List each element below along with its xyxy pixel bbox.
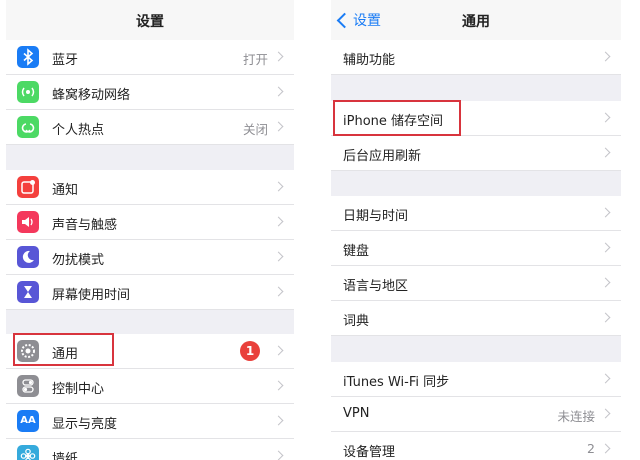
- sidebar-item-label: 通知: [52, 183, 79, 198]
- settings-item-sounds[interactable]: 声音与触感: [6, 205, 294, 240]
- bluetooth-status: 打开: [242, 52, 268, 67]
- list-item-label: 辅助功能: [343, 53, 396, 68]
- chevron-right-icon: [273, 251, 284, 262]
- page-title: 通用: [462, 14, 490, 30]
- display-brightness-icon: AA: [17, 410, 39, 432]
- sidebar-item-label: 通用: [52, 347, 79, 362]
- list-item-label: 日期与时间: [343, 209, 409, 224]
- sidebar-item-label: 声音与触感: [52, 218, 118, 233]
- chevron-right-icon: [273, 121, 284, 132]
- general-item-keyboard[interactable]: 键盘: [331, 231, 621, 266]
- screen-time-icon: [17, 281, 39, 303]
- chevron-right-icon: [273, 345, 284, 356]
- chevron-right-icon: [273, 181, 284, 192]
- general-item-iphone-storage[interactable]: iPhone 储存空间: [331, 101, 621, 136]
- chevron-right-icon: [600, 51, 611, 62]
- general-item-accessibility[interactable]: 辅助功能: [331, 40, 621, 75]
- chevron-right-icon: [600, 373, 611, 384]
- chevron-right-icon: [273, 450, 284, 460]
- settings-item-hotspot[interactable]: 个人热点 关闭: [6, 110, 294, 145]
- settings-item-screen-time[interactable]: 屏幕使用时间: [6, 275, 294, 310]
- settings-item-cellular[interactable]: 蜂窝移动网络: [6, 75, 294, 110]
- chevron-right-icon: [600, 443, 611, 454]
- sidebar-item-label: 个人热点: [52, 123, 105, 138]
- chevron-right-icon: [273, 86, 284, 97]
- settings-item-display[interactable]: AA 显示与亮度: [6, 404, 294, 439]
- chevron-right-icon: [600, 147, 611, 158]
- settings-navbar: 设置: [6, 0, 294, 41]
- settings-item-wallpaper[interactable]: 墙纸: [6, 439, 294, 460]
- chevron-right-icon: [273, 380, 284, 391]
- sidebar-item-label: 显示与亮度: [52, 417, 118, 432]
- list-item-label: 语言与地区: [343, 279, 409, 294]
- list-item-label: iTunes Wi-Fi 同步: [343, 375, 450, 390]
- sidebar-item-label: 屏幕使用时间: [52, 288, 131, 303]
- sidebar-item-label: 控制中心: [52, 382, 105, 397]
- list-item-label: 键盘: [343, 244, 370, 259]
- general-item-dictionary[interactable]: 词典: [331, 301, 621, 336]
- chevron-right-icon: [600, 207, 611, 218]
- vpn-status: 未连接: [557, 409, 595, 424]
- general-item-device-management[interactable]: 设备管理 2: [331, 432, 621, 460]
- notifications-icon: [17, 176, 39, 198]
- notification-badge: 1: [240, 341, 260, 361]
- chevron-right-icon: [273, 51, 284, 62]
- settings-item-notifications[interactable]: 通知: [6, 170, 294, 205]
- chevron-right-icon: [600, 242, 611, 253]
- gear-icon: [17, 340, 39, 362]
- list-item-label: 后台应用刷新: [343, 149, 422, 164]
- chevron-right-icon: [600, 312, 611, 323]
- settings-item-control-center[interactable]: 控制中心: [6, 369, 294, 404]
- list-item-label: 词典: [343, 314, 370, 329]
- sidebar-item-label: 勿扰模式: [52, 253, 105, 268]
- chevron-right-icon: [273, 415, 284, 426]
- sidebar-item-label: 墙纸: [52, 452, 79, 460]
- settings-item-general[interactable]: 通用 1: [6, 334, 294, 369]
- sidebar-item-label: 蓝牙: [52, 53, 79, 68]
- general-item-itunes-wifi-sync[interactable]: iTunes Wi-Fi 同步: [331, 362, 621, 397]
- list-item-label: VPN: [343, 406, 370, 421]
- list-item-label: iPhone 储存空间: [343, 114, 444, 129]
- sounds-icon: [17, 211, 39, 233]
- chevron-right-icon: [600, 408, 611, 419]
- general-item-vpn[interactable]: VPN 未连接: [331, 397, 621, 432]
- chevron-right-icon: [273, 216, 284, 227]
- sidebar-item-label: 蜂窝移动网络: [52, 88, 131, 103]
- chevron-right-icon: [600, 277, 611, 288]
- settings-panel: 设置 蓝牙 打开 蜂窝移动网络 个人热点 关闭 通知 声音与触感 勿扰模式 屏幕…: [6, 0, 294, 460]
- bluetooth-icon: [17, 46, 39, 68]
- control-center-icon: [17, 375, 39, 397]
- device-management-count: 2: [587, 441, 595, 456]
- hotspot-status: 关闭: [242, 122, 268, 137]
- page-title: 设置: [136, 14, 164, 30]
- cellular-icon: [17, 81, 39, 103]
- do-not-disturb-icon: [17, 246, 39, 268]
- list-item-label: 设备管理: [343, 445, 396, 460]
- general-item-date-time[interactable]: 日期与时间: [331, 196, 621, 231]
- general-item-language-region[interactable]: 语言与地区: [331, 266, 621, 301]
- hotspot-icon: [17, 116, 39, 138]
- wallpaper-icon: [17, 445, 39, 460]
- general-navbar: 设置 通用: [331, 0, 621, 41]
- chevron-right-icon: [273, 286, 284, 297]
- general-item-background-refresh[interactable]: 后台应用刷新: [331, 136, 621, 171]
- general-panel: 设置 通用 辅助功能 iPhone 储存空间 后台应用刷新 日期与时间 键盘 语…: [331, 0, 621, 460]
- settings-item-do-not-disturb[interactable]: 勿扰模式: [6, 240, 294, 275]
- settings-item-bluetooth[interactable]: 蓝牙 打开: [6, 40, 294, 75]
- chevron-right-icon: [600, 112, 611, 123]
